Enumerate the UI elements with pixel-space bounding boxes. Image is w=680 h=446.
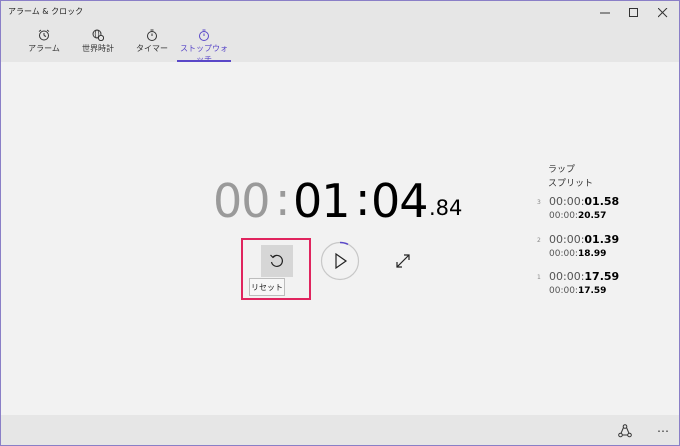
reset-icon — [270, 254, 283, 267]
tab-world-clock[interactable]: 世界時計 — [77, 29, 119, 62]
close-icon — [658, 8, 668, 18]
tab-label: 世界時計 — [82, 44, 114, 53]
tab-label: タイマー — [136, 44, 168, 53]
centiseconds: .84 — [429, 196, 463, 220]
lap-time: 00:00:01.39 — [549, 233, 620, 246]
expand-button[interactable] — [393, 251, 413, 271]
command-bar: ⋯ — [1, 415, 679, 445]
minimize-button[interactable] — [596, 4, 614, 22]
split-time: 00:00:20.57 — [549, 211, 607, 221]
more-icon: ⋯ — [657, 424, 669, 438]
lap-index: 2 — [537, 237, 541, 244]
close-button[interactable] — [654, 4, 672, 22]
stopwatch-icon — [199, 29, 209, 41]
stopwatch-panel: 00 : 01 : 04 .84 リセット ラップ スプリット 3 00:00:… — [1, 62, 679, 415]
lap-header: ラップ — [548, 165, 576, 175]
split-header: スプリット — [548, 179, 594, 189]
tab-bar: アラーム 世界時計 タイマー ストップウォッチ — [1, 25, 679, 64]
more-button[interactable]: ⋯ — [653, 421, 673, 441]
minutes: 01 — [293, 174, 351, 228]
expand-icon — [396, 254, 410, 268]
timer-icon — [147, 29, 157, 41]
tab-label: アラーム — [28, 44, 60, 53]
start-button[interactable] — [320, 241, 360, 281]
tab-alarm[interactable]: アラーム — [23, 29, 65, 62]
world-clock-icon — [92, 29, 104, 41]
reset-button[interactable] — [261, 245, 293, 277]
maximize-button[interactable] — [625, 4, 643, 22]
lap-time: 00:00:17.59 — [549, 270, 620, 283]
seconds: 04 — [371, 174, 429, 228]
split-time: 00:00:18.99 — [549, 249, 607, 259]
reset-tooltip: リセット — [249, 278, 285, 296]
hours: 00 — [213, 174, 271, 228]
maximize-icon — [629, 8, 638, 17]
colon: : — [355, 172, 371, 226]
tab-timer[interactable]: タイマー — [131, 29, 173, 62]
split-time: 00:00:17.59 — [549, 286, 607, 296]
tab-stopwatch[interactable]: ストップウォッチ — [177, 29, 231, 64]
play-icon — [320, 241, 360, 281]
share-icon — [618, 424, 632, 438]
minimize-icon — [600, 12, 610, 14]
window-title: アラーム & クロック — [8, 7, 84, 16]
lap-index: 1 — [537, 274, 541, 281]
colon: : — [275, 172, 291, 226]
alarm-clock-icon — [38, 29, 50, 41]
lap-index: 3 — [537, 199, 541, 206]
lap-time: 00:00:01.58 — [549, 195, 620, 208]
title-bar: アラーム & クロック — [1, 1, 679, 25]
share-button[interactable] — [615, 421, 635, 441]
